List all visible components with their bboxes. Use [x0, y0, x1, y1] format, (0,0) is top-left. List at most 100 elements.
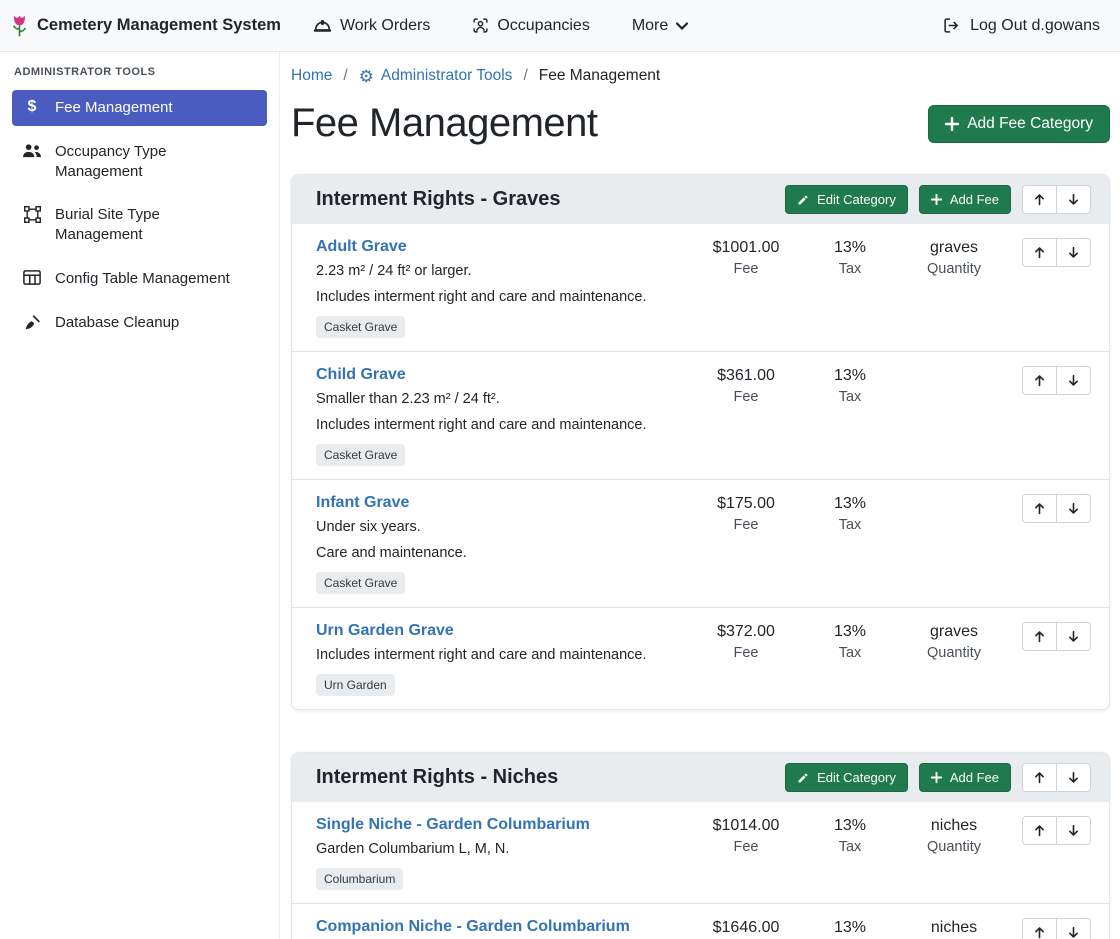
move-fee-up-button[interactable]	[1022, 366, 1057, 395]
fee-row: Child Grave Smaller than 2.23 m² / 24 ft…	[292, 351, 1109, 479]
fee-name-link[interactable]: Companion Niche - Garden Columbarium	[316, 918, 630, 936]
move-fee-down-button[interactable]	[1056, 816, 1091, 845]
arrow-down-icon	[1067, 502, 1080, 515]
fee-amount: $175.00	[694, 495, 798, 513]
sidebar-item-burial-site-type-management[interactable]: Burial Site Type Management	[12, 197, 267, 253]
fee-name-link[interactable]: Adult Grave	[316, 238, 407, 256]
pencil-icon	[797, 772, 809, 784]
fee-tax-column: 13% Tax	[798, 366, 902, 405]
breadcrumb-admin-tools-link[interactable]: ⚙ Administrator Tools	[359, 67, 513, 85]
fee-amount: $1001.00	[694, 239, 798, 257]
fee-reorder-group	[1022, 494, 1091, 523]
fee-quantity-column: niches Quantity	[902, 816, 1006, 855]
app-brand[interactable]: Cemetery Management System	[10, 14, 281, 38]
fee-description: Smaller than 2.23 m² / 24 ft².	[316, 391, 686, 407]
fee-info: Child Grave Smaller than 2.23 m² / 24 ft…	[316, 366, 694, 466]
move-fee-down-button[interactable]	[1056, 918, 1091, 939]
category-actions: Edit Category Add Fee	[785, 763, 1091, 792]
nav-occupancies[interactable]: Occupancies	[472, 17, 590, 35]
fee-quantity-column: graves Quantity	[902, 238, 1006, 277]
arrow-up-icon	[1033, 926, 1046, 939]
fee-type-badge: Columbarium	[316, 868, 403, 890]
fee-name-link[interactable]: Child Grave	[316, 366, 406, 384]
fee-name-link[interactable]: Urn Garden Grave	[316, 622, 454, 640]
nav-work-orders[interactable]: Work Orders	[313, 17, 430, 35]
move-category-down-button[interactable]	[1056, 763, 1091, 792]
add-fee-button[interactable]: Add Fee	[919, 763, 1011, 792]
move-fee-up-button[interactable]	[1022, 622, 1057, 651]
arrow-down-icon	[1067, 374, 1080, 387]
sidebar-item-config-table-management[interactable]: Config Table Management	[12, 261, 267, 297]
fee-row: Urn Garden Grave Includes interment righ…	[292, 607, 1109, 709]
move-fee-up-button[interactable]	[1022, 816, 1057, 845]
fee-tax-label: Tax	[798, 389, 902, 405]
fee-tax: 13%	[798, 367, 902, 385]
logout-link[interactable]: Log Out d.gowans	[942, 17, 1100, 35]
move-fee-down-button[interactable]	[1056, 238, 1091, 267]
nav-more[interactable]: More	[632, 17, 688, 35]
add-fee-button[interactable]: Add Fee	[919, 185, 1011, 214]
arrow-down-icon	[1067, 771, 1080, 784]
fee-quantity-unit: niches	[902, 919, 1006, 937]
move-fee-up-button[interactable]	[1022, 238, 1057, 267]
plus-icon	[931, 194, 942, 205]
fee-name-link[interactable]: Single Niche - Garden Columbarium	[316, 816, 590, 834]
fee-reorder-group	[1022, 238, 1091, 267]
arrow-up-icon	[1033, 374, 1046, 387]
fee-rows: Single Niche - Garden Columbarium Garden…	[292, 802, 1109, 939]
fee-info: Infant Grave Under six years. Care and m…	[316, 494, 694, 594]
add-fee-category-button[interactable]: Add Fee Category	[928, 105, 1110, 143]
move-category-up-button[interactable]	[1022, 185, 1057, 214]
fee-quantity-unit: graves	[902, 623, 1006, 641]
move-category-down-button[interactable]	[1056, 185, 1091, 214]
move-fee-down-button[interactable]	[1056, 622, 1091, 651]
fee-quantity-column: graves Quantity	[902, 622, 1006, 661]
fee-amount-label: Fee	[694, 389, 798, 405]
fee-quantity-label: Quantity	[902, 645, 1006, 661]
fee-description: Includes interment right and care and ma…	[316, 647, 686, 663]
move-fee-down-button[interactable]	[1056, 494, 1091, 523]
move-fee-down-button[interactable]	[1056, 366, 1091, 395]
fee-tax-column: 13% Tax	[798, 816, 902, 855]
fee-tax: 13%	[798, 623, 902, 641]
sidebar-item-fee-management[interactable]: $ Fee Management	[12, 90, 267, 126]
breadcrumb-current: Fee Management	[539, 67, 661, 85]
fee-info: Single Niche - Garden Columbarium Garden…	[316, 816, 694, 890]
fee-quantity-unit: graves	[902, 239, 1006, 257]
fee-tax: 13%	[798, 495, 902, 513]
nav-label: Occupancies	[497, 17, 590, 35]
arrow-down-icon	[1067, 824, 1080, 837]
fee-amount-label: Fee	[694, 645, 798, 661]
fee-description: Includes interment right and care and ma…	[316, 417, 686, 433]
edit-category-button[interactable]: Edit Category	[785, 763, 908, 792]
move-fee-up-button[interactable]	[1022, 918, 1057, 939]
fee-type-badge: Urn Garden	[316, 674, 395, 696]
breadcrumb-separator: /	[343, 67, 347, 85]
app-title: Cemetery Management System	[37, 16, 281, 35]
move-fee-up-button[interactable]	[1022, 494, 1057, 523]
fee-amount-column: $1001.00 Fee	[694, 238, 798, 277]
category-actions: Edit Category Add Fee	[785, 185, 1091, 214]
sidebar-header: ADMINISTRATOR TOOLS	[12, 62, 267, 90]
breadcrumb-separator: /	[523, 67, 527, 85]
fee-name-link[interactable]: Infant Grave	[316, 494, 409, 512]
person-bounding-box-icon	[472, 17, 489, 34]
fee-amount: $361.00	[694, 367, 798, 385]
vector-square-icon	[22, 206, 42, 223]
sidebar-item-database-cleanup[interactable]: Database Cleanup	[12, 305, 267, 341]
tulip-logo-icon	[10, 14, 29, 38]
edit-category-button[interactable]: Edit Category	[785, 185, 908, 214]
fee-tax-label: Tax	[798, 839, 902, 855]
move-category-up-button[interactable]	[1022, 763, 1057, 792]
chevron-down-icon	[676, 22, 688, 30]
sidebar-item-label: Occupancy Type Management	[55, 142, 240, 182]
fee-description: Includes interment right and care and ma…	[316, 289, 686, 305]
sidebar-item-occupancy-type-management[interactable]: Occupancy Type Management	[12, 134, 267, 190]
breadcrumb-home-link[interactable]: Home	[291, 67, 332, 85]
fee-row: Companion Niche - Garden Columbarium Gar…	[292, 903, 1109, 939]
fee-description: Under six years.	[316, 519, 686, 535]
sidebar-item-label: Burial Site Type Management	[55, 205, 240, 245]
fee-quantity-column: niches Quantity	[902, 918, 1006, 939]
users-icon	[22, 143, 42, 158]
fee-category-card: Interment Rights - Niches Edit Category …	[291, 752, 1110, 939]
